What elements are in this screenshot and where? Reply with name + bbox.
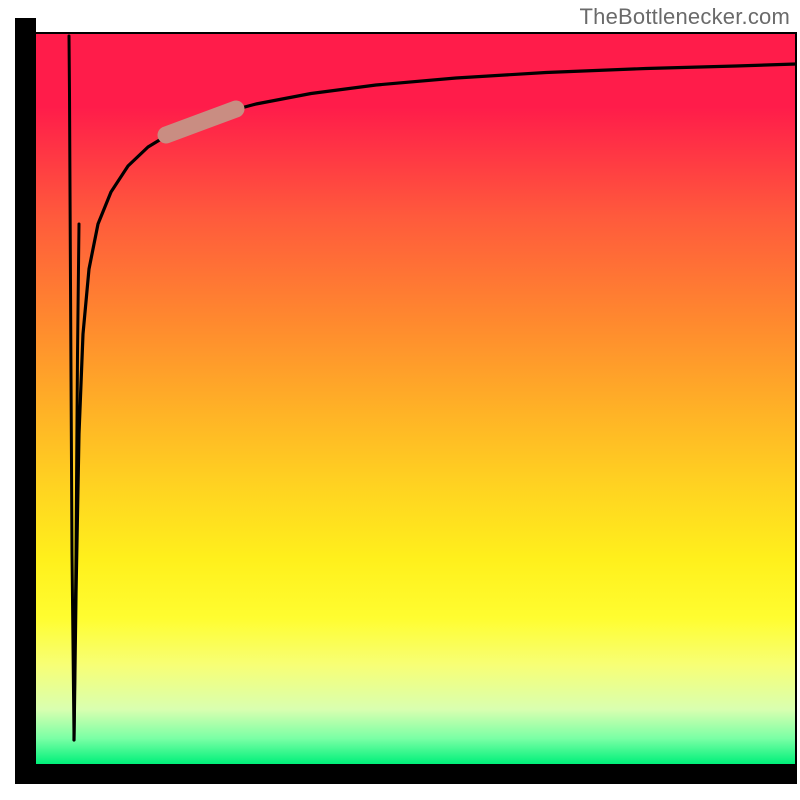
chart-root: TheBottlenecker.com [0, 0, 800, 800]
plot-gradient-background [36, 34, 796, 764]
watermark-label: TheBottlenecker.com [580, 4, 790, 30]
